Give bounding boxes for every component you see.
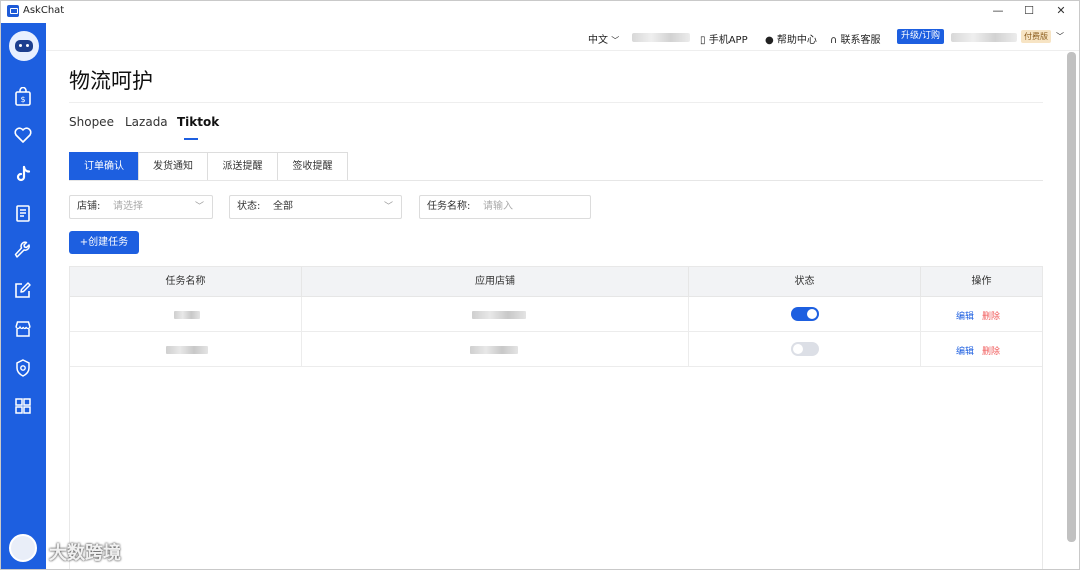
cell-task-name (70, 332, 302, 367)
create-task-button[interactable]: +创建任务 (69, 231, 139, 254)
cell-store (302, 297, 689, 332)
chevron-down-icon: ﹀ (194, 202, 204, 212)
contact-support-link[interactable]: ∩ 联系客服 (830, 31, 881, 46)
document-icon[interactable] (13, 203, 33, 223)
shopping-bag-icon[interactable]: $ (13, 86, 33, 107)
table-row: 编辑 删除 (70, 332, 1042, 367)
username-redacted (951, 33, 1017, 42)
cell-status (689, 332, 921, 367)
task-name-placeholder: 请输入 (483, 201, 513, 212)
column-header-actions: 操作 (971, 276, 992, 287)
language-label: 中文 (588, 35, 608, 46)
store-label: 店铺: (77, 201, 101, 212)
store-select[interactable]: 店铺: 请选择 ﹀ (69, 195, 213, 219)
status-select[interactable]: 状态: 全部 ﹀ (229, 195, 402, 219)
top-header: 中文 ﹀ ▯ 手机APP ● 帮助中心 ∩ 联系客服 升级/订购 付费版 ﹀ (46, 23, 1079, 51)
subtab-receipt-reminder[interactable]: 签收提醒 (277, 152, 348, 181)
task-table: 任务名称 应用店铺 状态 操作 编辑 删除 编辑 删除 (69, 266, 1043, 569)
task-name-input[interactable]: 任务名称: 请输入 (419, 195, 591, 219)
task-name-label: 任务名称: (427, 201, 471, 212)
help-center-label: 帮助中心 (776, 35, 817, 46)
tab-tiktok[interactable]: Tiktok (177, 115, 219, 129)
minimize-button[interactable]: — (990, 4, 1006, 18)
watermark-text: 大数跨境 (49, 543, 121, 564)
robot-avatar-icon[interactable] (9, 31, 39, 61)
redacted-store-name (470, 346, 518, 354)
table-header: 任务名称 应用店铺 状态 操作 (70, 267, 1042, 297)
cell-store (302, 332, 689, 367)
close-button[interactable]: ✕ (1053, 4, 1069, 18)
status-toggle[interactable] (791, 307, 819, 321)
redacted-store-name (472, 311, 526, 319)
app-title: AskChat (23, 5, 65, 16)
watermark-logo (9, 534, 37, 562)
tab-lazada[interactable]: Lazada (125, 115, 168, 129)
edit-icon[interactable] (13, 280, 33, 300)
maximize-button[interactable]: ☐ (1021, 4, 1037, 18)
column-header-task-name: 任务名称 (70, 267, 302, 297)
delete-link[interactable]: 删除 (982, 309, 1000, 322)
redacted-task-name (174, 311, 200, 319)
mobile-app-link[interactable]: ▯ 手机APP (700, 31, 748, 46)
subtab-shipping-notice[interactable]: 发货通知 (138, 152, 208, 181)
delete-link[interactable]: 删除 (982, 344, 1000, 357)
plan-badge: 付费版 (1021, 30, 1051, 43)
cell-actions: 编辑 删除 (921, 332, 1042, 367)
user-account-redacted (632, 33, 690, 42)
tab-shopee[interactable]: Shopee (69, 115, 114, 129)
help-center-link[interactable]: ● 帮助中心 (765, 31, 817, 46)
edit-link[interactable]: 编辑 (956, 344, 974, 357)
mobile-app-label: 手机APP (708, 35, 748, 46)
chevron-down-icon: ﹀ (383, 202, 393, 212)
store-placeholder: 请选择 (113, 201, 143, 212)
upgrade-button[interactable]: 升级/订购 (897, 29, 945, 44)
cell-task-name (70, 297, 302, 332)
contact-support-label: 联系客服 (840, 35, 881, 46)
status-label: 状态: (237, 201, 261, 212)
subtab-order-confirm[interactable]: 订单确认 (69, 152, 139, 181)
chevron-down-icon: ﹀ (611, 36, 620, 45)
wrench-icon[interactable] (13, 241, 33, 261)
svg-text:$: $ (20, 95, 25, 104)
column-header-store: 应用店铺 (302, 267, 689, 297)
title-bar: AskChat — ☐ ✕ (1, 1, 1079, 23)
status-value: 全部 (273, 201, 293, 212)
cell-actions: 编辑 删除 (921, 297, 1042, 332)
vertical-scrollbar[interactable] (1067, 52, 1076, 542)
grid-icon[interactable] (13, 396, 33, 416)
table-row: 编辑 删除 (70, 297, 1042, 332)
phone-icon: ▯ (700, 35, 706, 46)
app-logo-icon (7, 5, 19, 17)
toggle-knob (807, 309, 817, 319)
tiktok-icon[interactable] (13, 164, 33, 184)
cell-status (689, 297, 921, 332)
edit-link[interactable]: 编辑 (956, 309, 974, 322)
sidebar: $ (1, 23, 46, 569)
shield-icon[interactable] (13, 358, 33, 378)
store-icon[interactable] (13, 319, 33, 339)
page-title: 物流呵护 (69, 69, 153, 93)
active-tab-indicator (184, 138, 198, 140)
divider (69, 102, 1043, 103)
account-chevron-down-icon[interactable]: ﹀ (1056, 31, 1064, 42)
language-select[interactable]: 中文 ﹀ (588, 31, 619, 46)
redacted-task-name (166, 346, 208, 354)
headset-icon: ∩ (830, 35, 838, 46)
subtab-delivery-reminder[interactable]: 派送提醒 (207, 152, 278, 181)
app-window: AskChat — ☐ ✕ $ 中文 ﹀ ▯ 手机APP ● 帮助中心 ∩ 联系… (0, 0, 1080, 570)
help-icon: ● (765, 35, 774, 46)
heart-icon[interactable] (13, 125, 33, 145)
divider (69, 180, 1043, 181)
column-header-status: 状态 (689, 267, 921, 297)
status-toggle[interactable] (791, 342, 819, 356)
toggle-knob (793, 344, 803, 354)
